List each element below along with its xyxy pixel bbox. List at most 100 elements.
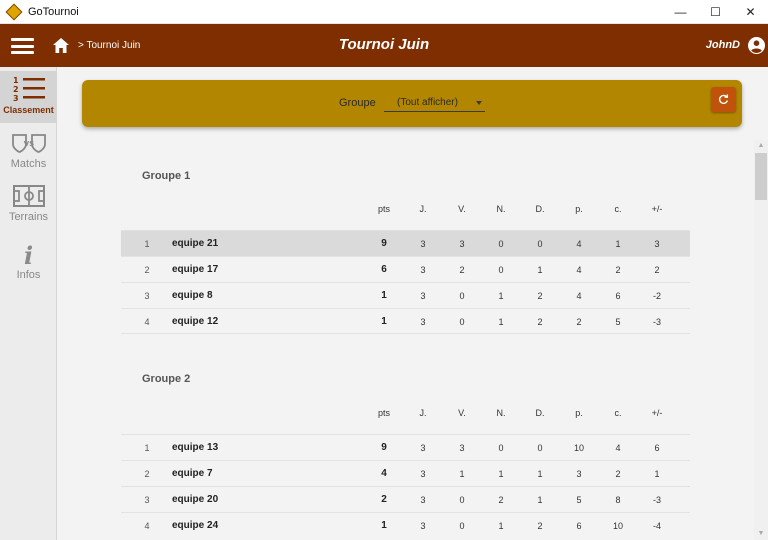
p-cell: 4 — [576, 291, 582, 301]
pts-cell: 9 — [381, 442, 387, 453]
user-circle-icon[interactable] — [748, 37, 765, 54]
table-row[interactable]: 1 equipe 13 9 3 3 0 0 10 4 6 — [121, 434, 690, 460]
c-cell: 2 — [615, 469, 621, 479]
j-cell: 3 — [420, 495, 426, 505]
sidebar-item-label: Classement — [3, 105, 54, 115]
table-row[interactable]: 1 equipe 21 9 3 3 0 0 4 1 3 — [121, 230, 690, 256]
svg-text:2: 2 — [13, 85, 19, 94]
d-cell: 2 — [537, 521, 543, 531]
c-cell: 4 — [615, 443, 621, 453]
username[interactable]: JohnD — [706, 39, 740, 51]
column-header-n: N. — [496, 204, 506, 214]
diff-cell: -4 — [652, 521, 661, 531]
d-cell: 1 — [537, 495, 543, 505]
pts-cell: 4 — [381, 468, 387, 479]
n-cell: 2 — [498, 495, 504, 505]
window-titlebar: GoTournoi — ☐ ✕ — [0, 0, 768, 24]
p-cell: 3 — [576, 469, 582, 479]
column-header-diff: +/- — [651, 408, 663, 418]
column-header-p: p. — [575, 408, 583, 418]
table-header: pts J. V. N. D. p. c. +/- — [121, 196, 690, 222]
d-cell: 2 — [537, 317, 543, 327]
v-cell: 0 — [459, 521, 465, 531]
scroll-down-icon[interactable]: ▼ — [754, 529, 768, 539]
n-cell: 0 — [498, 265, 504, 275]
d-cell: 2 — [537, 291, 543, 301]
j-cell: 3 — [420, 443, 426, 453]
minimize-button[interactable]: — — [663, 0, 698, 24]
group-title: Groupe 1 — [142, 170, 191, 182]
p-cell: 6 — [576, 521, 582, 531]
sidebar-item-label: Terrains — [8, 211, 49, 223]
sidebar-item-matchs[interactable]: VS Matchs — [0, 131, 57, 177]
maximize-button[interactable]: ☐ — [698, 0, 733, 24]
n-cell: 0 — [498, 443, 504, 453]
pts-cell: 6 — [381, 264, 387, 275]
table-row[interactable]: 3 equipe 20 2 3 0 2 1 5 8 -3 — [121, 486, 690, 512]
column-header-c: c. — [614, 204, 622, 214]
table-header: pts J. V. N. D. p. c. +/- — [121, 400, 690, 426]
p-cell: 2 — [576, 317, 582, 327]
d-cell: 1 — [537, 265, 543, 275]
column-header-p: p. — [575, 204, 583, 214]
column-header-c: c. — [614, 408, 622, 418]
n-cell: 1 — [498, 317, 504, 327]
rank-cell: 1 — [144, 443, 150, 453]
pts-cell: 2 — [381, 494, 387, 505]
column-header-diff: +/- — [651, 204, 663, 214]
v-cell: 0 — [459, 495, 465, 505]
p-cell: 5 — [576, 495, 582, 505]
team-cell: equipe 17 — [172, 264, 219, 275]
sidebar-item-terrains[interactable]: Terrains — [0, 184, 57, 230]
diff-cell: 6 — [654, 443, 660, 453]
table-row[interactable]: 2 equipe 17 6 3 2 0 1 4 2 2 — [121, 256, 690, 282]
diff-cell: 1 — [654, 469, 660, 479]
svg-text:3: 3 — [13, 94, 19, 103]
rank-cell: 4 — [144, 317, 150, 327]
sidebar-item-classement[interactable]: 1 2 3 Classement — [0, 71, 57, 123]
svg-text:VS: VS — [23, 140, 33, 148]
window-title: GoTournoi — [28, 5, 79, 18]
column-header-pts: pts — [377, 204, 390, 214]
page-title: Tournoi Juin — [338, 36, 430, 53]
table-row[interactable]: 3 equipe 8 1 3 0 1 2 4 6 -2 — [121, 282, 690, 308]
v-cell: 0 — [459, 291, 465, 301]
scrollbar-thumb[interactable] — [755, 153, 767, 200]
soccer-field-icon — [12, 185, 45, 207]
team-cell: equipe 7 — [172, 468, 213, 479]
n-cell: 1 — [498, 291, 504, 301]
n-cell: 0 — [498, 239, 504, 249]
app-logo-icon — [5, 3, 23, 20]
d-cell: 1 — [537, 469, 543, 479]
chevron-down-icon — [476, 101, 482, 105]
diff-cell: 3 — [654, 239, 660, 249]
column-header-pts: pts — [377, 408, 390, 418]
column-header-d: D. — [535, 408, 545, 418]
scroll-up-icon[interactable]: ▲ — [754, 141, 768, 151]
diff-cell: -3 — [652, 495, 661, 505]
c-cell: 1 — [615, 239, 621, 249]
team-cell: equipe 24 — [172, 520, 219, 531]
sidebar-item-infos[interactable]: i Infos — [0, 241, 57, 287]
d-cell: 0 — [537, 443, 543, 453]
rank-cell: 2 — [144, 265, 150, 275]
group-filter-label: Groupe — [339, 97, 376, 109]
team-cell: equipe 21 — [172, 238, 219, 249]
p-cell: 4 — [576, 239, 582, 249]
table-row[interactable]: 4 equipe 24 1 3 0 1 2 6 10 -4 — [121, 512, 690, 538]
diff-cell: -2 — [652, 291, 661, 301]
close-button[interactable]: ✕ — [733, 0, 768, 24]
table-row[interactable]: 4 equipe 12 1 3 0 1 2 2 5 -3 — [121, 308, 690, 334]
c-cell: 2 — [615, 265, 621, 275]
group-filter-select[interactable]: (Tout afficher) — [384, 92, 485, 112]
versus-shields-icon: VS — [11, 134, 46, 153]
rank-cell: 2 — [144, 469, 150, 479]
team-cell: equipe 20 — [172, 494, 219, 505]
team-cell: equipe 8 — [172, 290, 213, 301]
table-row[interactable]: 2 equipe 7 4 3 1 1 1 3 2 1 — [121, 460, 690, 486]
j-cell: 3 — [420, 317, 426, 327]
rank-cell: 1 — [144, 239, 150, 249]
column-header-d: D. — [535, 204, 545, 214]
vertical-scrollbar[interactable]: ▲ ▼ — [754, 140, 768, 540]
refresh-button[interactable] — [711, 87, 736, 112]
